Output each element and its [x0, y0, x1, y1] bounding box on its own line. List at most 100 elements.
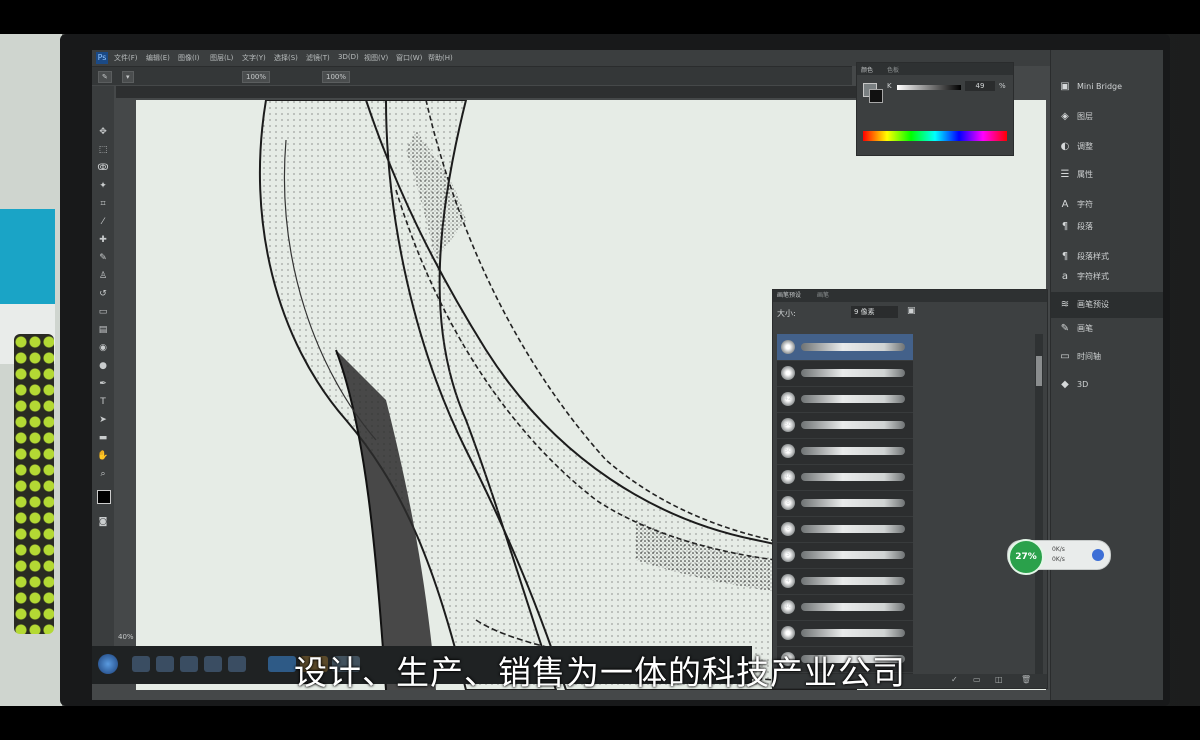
shape-tool-icon[interactable]: ▬ — [97, 432, 109, 444]
tab-brush-presets[interactable]: 画笔预设 — [777, 290, 801, 302]
blur-tool-icon[interactable]: ◉ — [97, 342, 109, 354]
tab-brush[interactable]: 画笔 — [817, 290, 829, 302]
menu-item[interactable]: 窗口(W) — [396, 53, 422, 63]
black-value-field[interactable]: 49 — [965, 81, 995, 91]
dodge-tool-icon[interactable]: ● — [97, 360, 109, 372]
brush-list-scrollbar[interactable] — [1035, 334, 1043, 674]
brush-preset-row[interactable]: 5 — [777, 542, 913, 569]
dock-item[interactable]: ▭ 时间轴 — [1051, 344, 1163, 370]
magic-wand-tool-icon[interactable]: ✦ — [97, 180, 109, 192]
dock-item[interactable]: ◐ 调整 — [1051, 134, 1163, 160]
foreground-color-swatch[interactable] — [97, 490, 111, 504]
brush-tip-size — [781, 626, 795, 640]
channel-label: K — [887, 82, 892, 90]
dock-item[interactable]: ◈ 图层 — [1051, 104, 1163, 130]
options-bar: ✎ ▾ 100% 100% — [92, 66, 852, 85]
black-slider[interactable] — [897, 85, 961, 90]
color-spectrum-bar[interactable] — [863, 131, 1007, 141]
hand-tool-icon[interactable]: ✋ — [97, 450, 109, 462]
menu-item[interactable]: 选择(S) — [274, 53, 298, 63]
tab-color[interactable]: 颜色 — [861, 65, 873, 74]
accelerate-icon[interactable] — [1092, 549, 1104, 561]
monitor-screen: Ps 文件(F) 编辑(E) 图像(I) 图层(L) 文字(Y) 选择(S) 滤… — [92, 50, 1163, 700]
tab-swatches[interactable]: 色板 — [887, 65, 899, 74]
brush-preset-row[interactable]: 40 — [777, 594, 913, 621]
brush-tip-size: 50 — [781, 444, 795, 458]
character-styles-icon: a — [1061, 271, 1069, 282]
brush-preset-picker[interactable]: ▾ — [122, 71, 134, 83]
folder-icon[interactable]: ▣ — [907, 306, 921, 318]
document-tab[interactable] — [116, 86, 856, 98]
brush-preset-row[interactable]: 4 — [777, 568, 913, 595]
brush-preset-row[interactable] — [777, 334, 913, 361]
dock-item[interactable]: ¶ 段落 — [1051, 214, 1163, 240]
menu-item[interactable]: 3D(D) — [338, 53, 359, 61]
download-speed: 0K/s — [1052, 556, 1065, 563]
dock-item[interactable]: ◆ 3D — [1051, 372, 1163, 398]
paragraph-styles-icon: ¶ — [1061, 251, 1069, 262]
performance-widget[interactable]: 27% 0K/s 0K/s — [1007, 539, 1111, 575]
brush-presets-icon: ≋ — [1060, 299, 1070, 310]
pen-tool-icon[interactable]: ✒ — [97, 378, 109, 390]
crop-tool-icon[interactable]: ⌗ — [97, 198, 109, 210]
marquee-tool-icon[interactable]: ⬚ — [97, 144, 109, 156]
type-tool-icon[interactable]: T — [97, 396, 109, 408]
brush-stroke-preview — [801, 369, 905, 377]
brush-preset-row[interactable]: 50 — [777, 412, 913, 439]
brush-tool-icon[interactable]: ✎ — [97, 252, 109, 264]
color-panel-tabs: 颜色 色板 — [857, 63, 1013, 75]
dock-item-label: Mini Bridge — [1077, 82, 1123, 91]
panel-dock: ▣ Mini Bridge ◈ 图层 ◐ 调整 ☰ 属性 A 字符 ¶ 段落 ¶ 段落样式 a 字符样式 ≋ 画笔… — [1050, 50, 1163, 700]
path-selection-tool-icon[interactable]: ➤ — [97, 414, 109, 426]
history-brush-tool-icon[interactable]: ↺ — [97, 288, 109, 300]
brush-preset-row[interactable]: 42 — [777, 386, 913, 413]
stamp-tool-icon[interactable]: ♙ — [97, 270, 109, 282]
eyedropper-tool-icon[interactable]: ⁄ — [97, 216, 109, 228]
brush-size-field[interactable]: 9 像素 — [851, 306, 898, 318]
brush-tool-icon[interactable]: ✎ — [98, 71, 112, 83]
move-tool-icon[interactable]: ✥ — [97, 126, 109, 138]
brush-tip-size: 8 — [781, 496, 795, 510]
brush-stroke-preview — [801, 499, 905, 507]
dock-item[interactable]: ☰ 属性 — [1051, 162, 1163, 188]
brush-tip-size: 5 — [781, 548, 795, 562]
brush-stroke-preview — [801, 577, 905, 585]
menu-item[interactable]: 文件(F) — [114, 53, 138, 63]
dock-item[interactable]: a 字符样式 — [1051, 264, 1163, 290]
menu-item[interactable]: 编辑(E) — [146, 53, 170, 63]
menu-item[interactable]: 滤镜(T) — [306, 53, 330, 63]
color-panel: 颜色 色板 K 49 % — [856, 62, 1014, 156]
menu-item[interactable]: 图像(I) — [178, 53, 200, 63]
scrollbar-thumb[interactable] — [1036, 356, 1042, 386]
timeline-icon: ▭ — [1060, 351, 1070, 362]
healing-brush-tool-icon[interactable]: ✚ — [97, 234, 109, 246]
opacity-field[interactable]: 100% — [242, 71, 271, 83]
brush-stroke-preview — [801, 421, 905, 429]
flow-field[interactable]: 100% — [322, 71, 351, 83]
dock-item-label: 字符样式 — [1077, 272, 1109, 281]
eraser-tool-icon[interactable]: ▭ — [97, 306, 109, 318]
menu-item[interactable]: 视图(V) — [364, 53, 388, 63]
brush-preset-row[interactable] — [777, 620, 913, 647]
brush-preset-row[interactable]: 8 — [777, 490, 913, 517]
dock-item[interactable]: ≋ 画笔预设 — [1051, 292, 1163, 318]
menu-item[interactable]: 文字(Y) — [242, 53, 266, 63]
dock-item-label: 图层 — [1077, 112, 1093, 121]
menu-item[interactable]: 图层(L) — [210, 53, 233, 63]
background-color-swatch[interactable] — [869, 89, 883, 103]
gradient-tool-icon[interactable]: ▤ — [97, 324, 109, 336]
dock-item[interactable]: ✎ 画笔 — [1051, 316, 1163, 342]
brush-preset-row[interactable]: 40 — [777, 464, 913, 491]
brush-preset-row[interactable]: 50 — [777, 438, 913, 465]
brush-tip-size: 6 — [781, 522, 795, 536]
zoom-tool-icon[interactable]: ⌕ — [97, 468, 109, 480]
zoom-level[interactable]: 40% — [118, 633, 134, 641]
menu-item[interactable]: 帮助(H) — [428, 53, 453, 63]
lasso-tool-icon[interactable]: ↂ — [97, 162, 109, 174]
brush-preset-row[interactable]: 6 — [777, 516, 913, 543]
brush-preset-row[interactable] — [777, 360, 913, 387]
dock-item[interactable]: ▣ Mini Bridge — [1051, 74, 1163, 100]
quick-mask-icon[interactable]: ◙ — [97, 516, 109, 528]
brush-tip-size: 42 — [781, 392, 795, 406]
letterbox-top — [0, 0, 1200, 34]
